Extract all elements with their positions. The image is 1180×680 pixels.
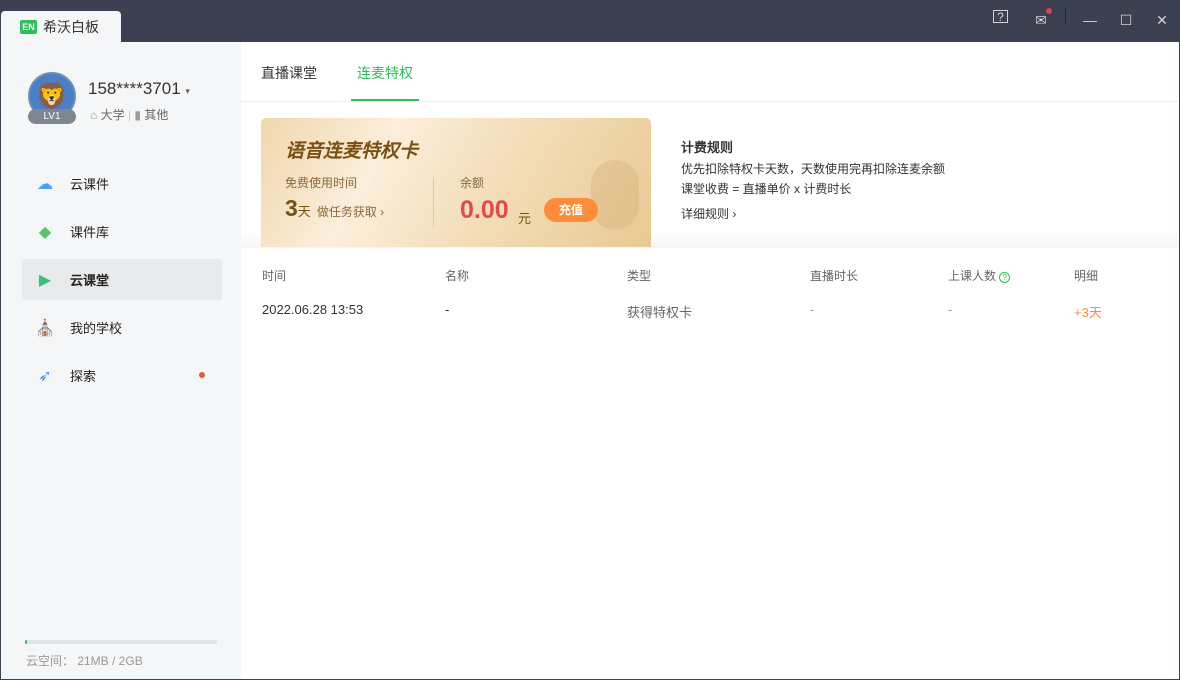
column-header: 名称 [445, 269, 470, 283]
notification-dot [199, 372, 205, 378]
storage-progress-fill [25, 640, 27, 644]
sidebar-item-library[interactable]: ◆ 课件库 [22, 211, 222, 252]
close-button[interactable]: ✕ [1150, 8, 1174, 32]
book-icon: ▮ [134, 108, 142, 122]
sidebar-item-my-school[interactable]: ⛪ 我的学校 [22, 307, 222, 348]
chevron-down-icon: ▾ [185, 86, 190, 96]
column-header: 上课人数 ? [948, 267, 1011, 284]
storage-label: 云空间： 21MB / 2GB [26, 654, 143, 668]
title-bar: EN 希沃白板 ? ✉ — ☐ ✕ [0, 0, 1180, 42]
library-icon: ◆ [38, 223, 52, 241]
balance-value: 0.00 [460, 196, 509, 224]
cell-detail: +3天 [1074, 305, 1102, 320]
school-icon: ⌂ [90, 108, 98, 122]
help-circle-icon[interactable]: ? [999, 272, 1011, 283]
maximize-button[interactable]: ☐ [1114, 8, 1138, 32]
cell-name: - [445, 302, 450, 317]
rules-detail-link[interactable]: 详细规则 › [681, 199, 945, 229]
card-title: 语音连麦特权卡 [285, 141, 419, 162]
sidebar: 🦁 LV1 158****3701 ▾ ⌂ 大学 | ▮ 其他 ☁ 云课件 ◆ 课件… [1, 42, 241, 679]
cell-attendees: - [948, 302, 953, 317]
microphone-icon [591, 160, 639, 230]
task-link[interactable]: 做任务获取 › [317, 205, 384, 219]
recharge-button[interactable]: 充值 [544, 198, 598, 222]
tab-mic-privilege[interactable]: 连麦特权 [357, 63, 413, 83]
app-logo: EN [20, 19, 37, 34]
help-icon[interactable]: ? [993, 10, 1008, 24]
active-tab-indicator [351, 99, 419, 101]
tab-bar: 直播课堂 连麦特权 [241, 42, 1179, 102]
mail-badge [1046, 8, 1052, 14]
app-tab[interactable]: EN 希沃白板 [1, 11, 121, 42]
school-icon: ⛪ [35, 319, 55, 337]
user-subject: 其他 [144, 108, 169, 122]
currency: 元 [518, 211, 532, 226]
column-header: 明细 [1074, 269, 1099, 283]
nav-label: 云课堂 [70, 273, 110, 288]
rules-line: 课堂收费 = 直播单价 x 计费时长 [681, 182, 852, 196]
column-header: 类型 [627, 269, 652, 283]
sidebar-item-explore[interactable]: ➶ 探索 [22, 355, 222, 396]
nav-label: 课件库 [70, 225, 110, 240]
balance-label: 余额 [460, 176, 485, 190]
nav-label: 云课件 [70, 177, 110, 192]
column-header: 直播时长 [810, 269, 859, 283]
nav-label: 探索 [70, 369, 97, 384]
app-title: 希沃白板 [43, 18, 99, 35]
user-meta: ⌂ 大学 | ▮ 其他 [90, 108, 169, 122]
divider [433, 177, 434, 227]
level-badge: LV1 [28, 109, 76, 124]
user-phone: 158****3701 [88, 79, 181, 98]
rocket-icon: ➶ [38, 367, 52, 385]
privilege-card: 语音连麦特权卡 免费使用时间 3天 做任务获取 › 余额 0.00 元 充值 [261, 118, 651, 247]
cloud-icon: ☁ [37, 175, 53, 193]
free-time-label: 免费使用时间 [285, 176, 358, 190]
minimize-button[interactable]: — [1078, 8, 1102, 32]
divider [1065, 8, 1066, 24]
play-icon: ▶ [38, 271, 52, 289]
rules-line: 优先扣除特权卡天数，天数使用完再扣除连麦余额 [681, 162, 946, 176]
cell-time: 2022.06.28 13:53 [262, 302, 364, 317]
free-days: 3天 做任务获取 › [285, 195, 384, 222]
sidebar-item-cloud-classroom[interactable]: ▶ 云课堂 [22, 259, 222, 300]
rules-title: 计费规则 [681, 140, 734, 155]
user-stage: 大学 [100, 108, 125, 122]
column-header-label: 上课人数 [948, 269, 997, 283]
nav-label: 我的学校 [70, 321, 123, 336]
tab-live-classroom[interactable]: 直播课堂 [261, 63, 317, 83]
sidebar-item-cloud-courseware[interactable]: ☁ 云课件 [22, 163, 222, 204]
cell-type: 获得特权卡 [627, 305, 693, 320]
days-value: 3 [285, 195, 298, 221]
user-menu[interactable]: 158****3701 ▾ [88, 79, 190, 99]
days-unit: 天 [297, 204, 311, 219]
main-panel: 直播课堂 连麦特权 语音连麦特权卡 免费使用时间 3天 做任务获取 › 余额 0.… [241, 42, 1179, 679]
column-header: 时间 [262, 269, 287, 283]
billing-rules: 计费规则 优先扣除特权卡天数，天数使用完再扣除连麦余额 课堂收费 = 直播单价 … [681, 137, 945, 229]
cell-duration: - [810, 302, 815, 317]
storage-progress [25, 640, 217, 644]
